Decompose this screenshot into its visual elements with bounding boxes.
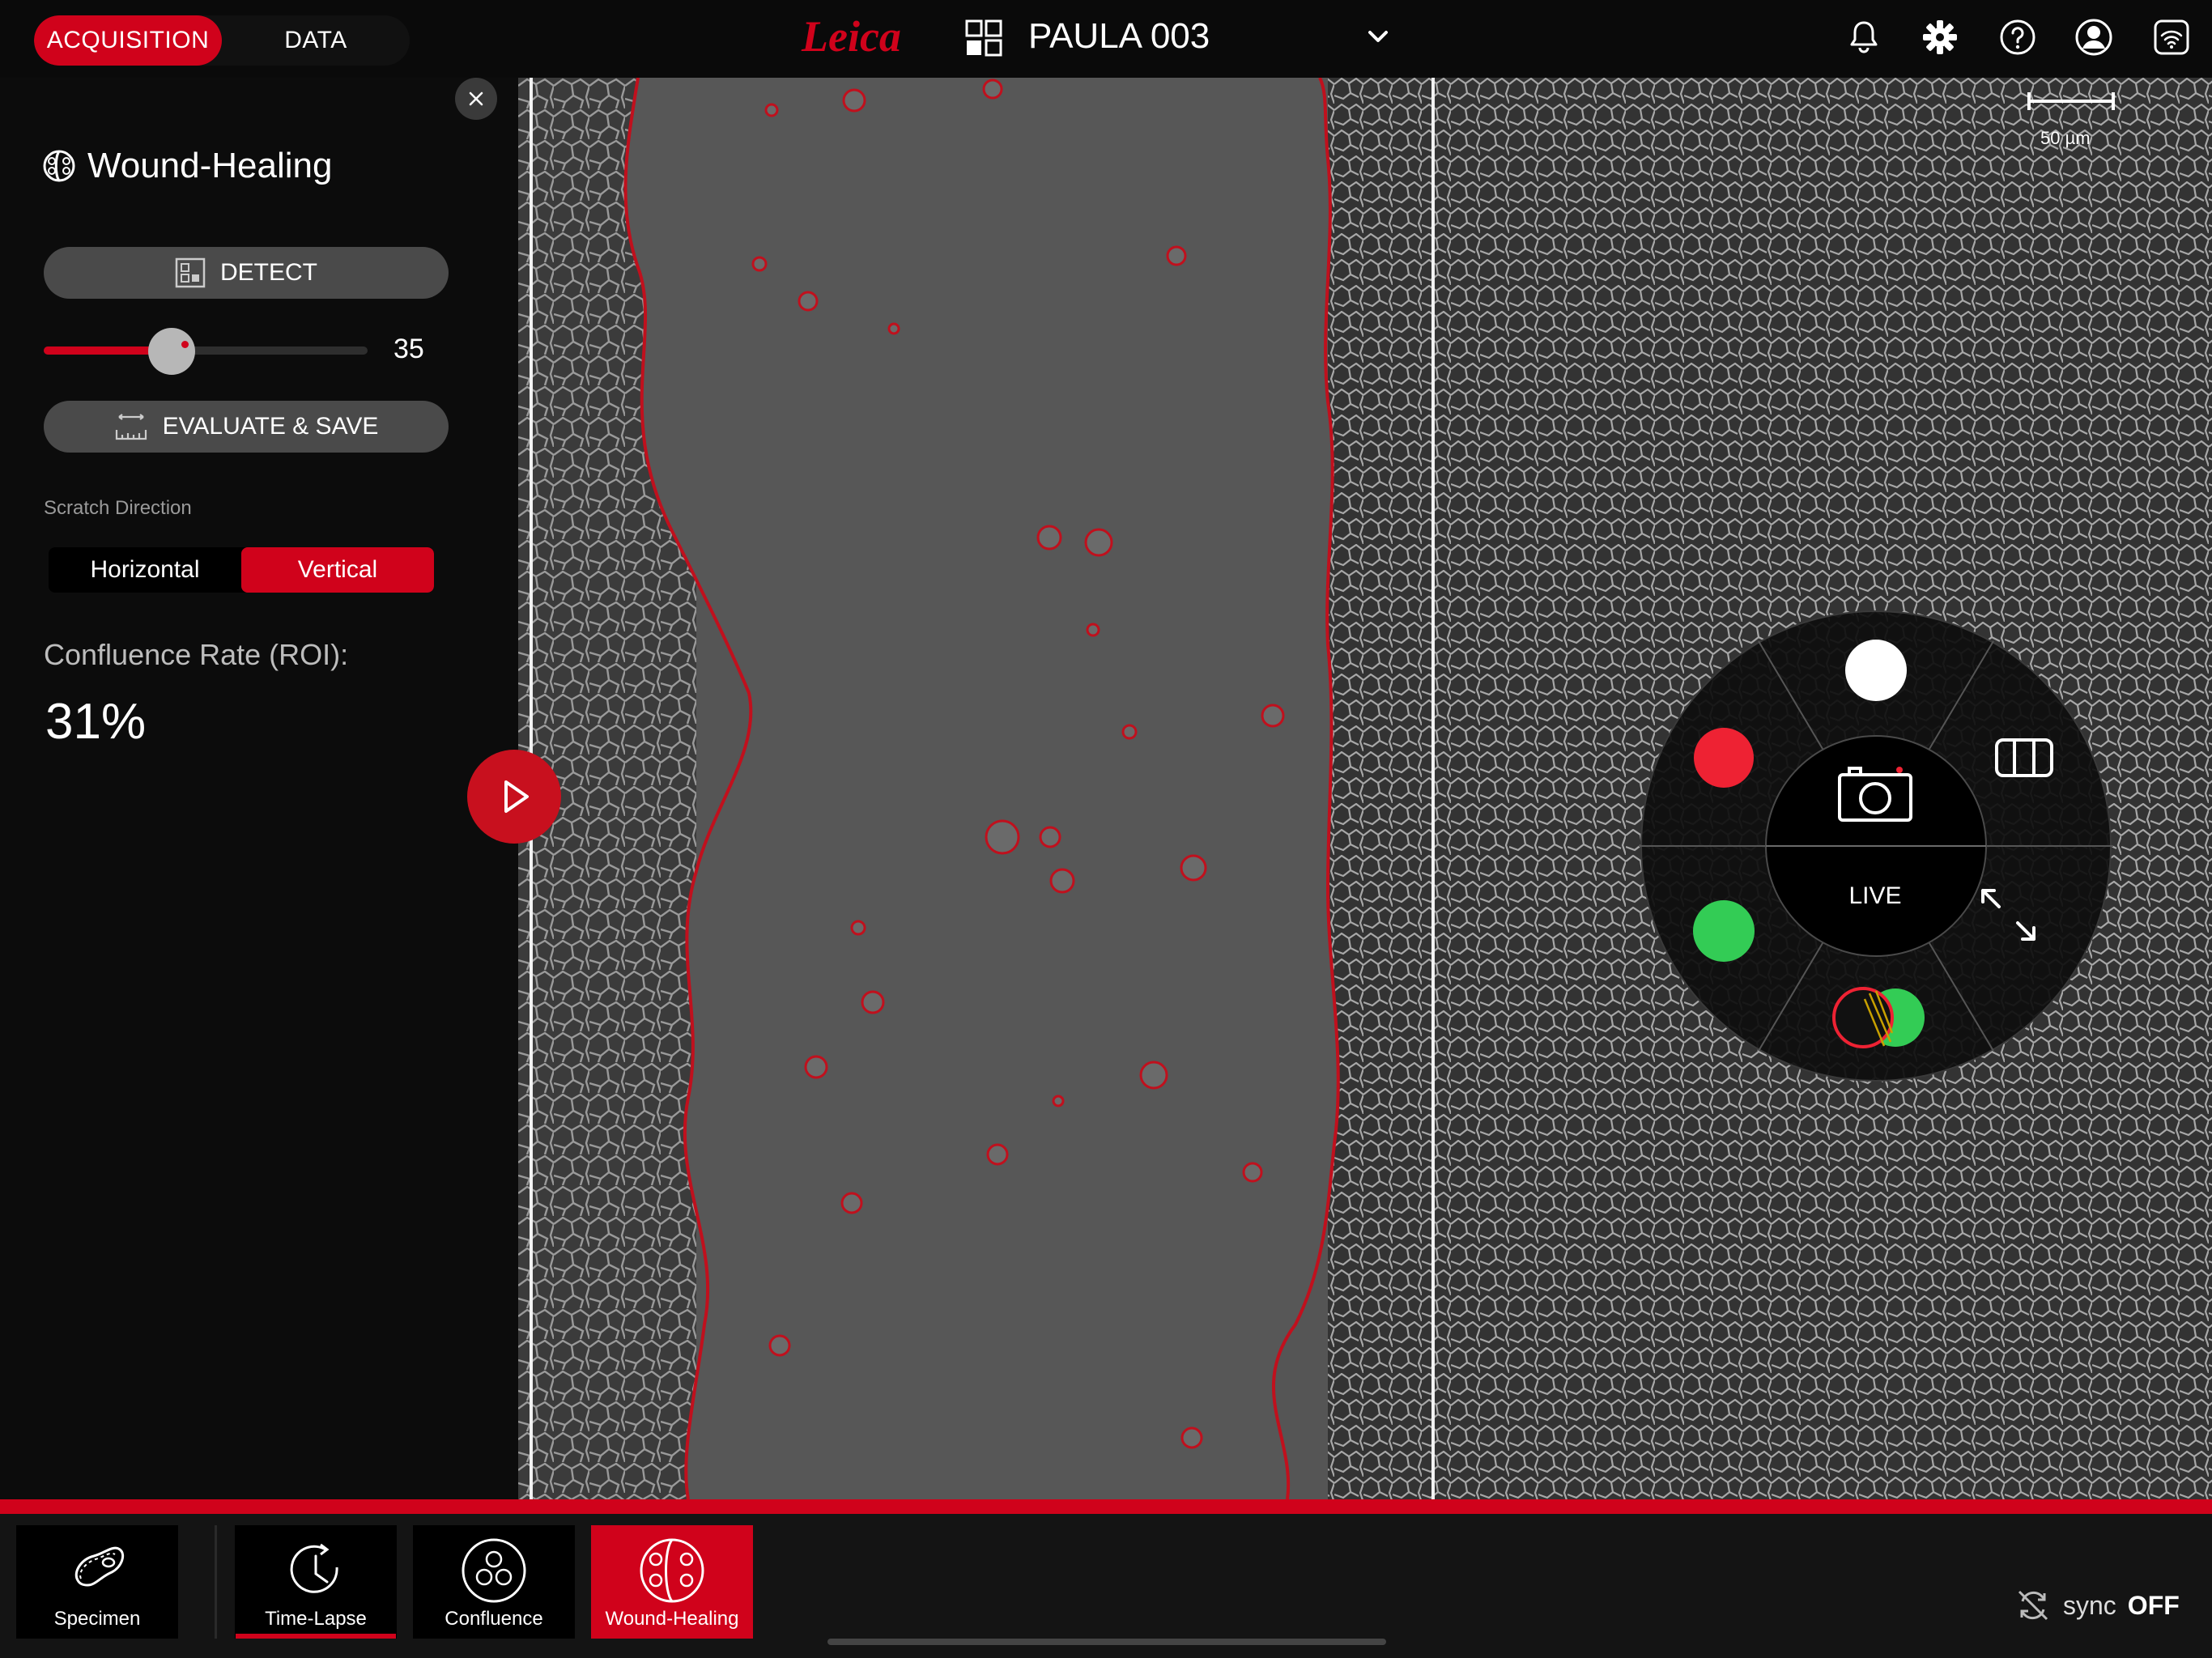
tab-underline <box>236 1634 396 1639</box>
slider-knob-marker <box>181 341 189 348</box>
control-wheel <box>1639 610 2113 1082</box>
tab-confluence[interactable]: Confluence <box>413 1525 575 1639</box>
threshold-slider-knob[interactable] <box>148 328 195 375</box>
confluence-rate-value: 31% <box>45 694 147 750</box>
wound-healing-app-icon <box>43 150 75 182</box>
user-icon[interactable] <box>2074 18 2113 57</box>
evaluate-save-button[interactable]: EVALUATE & SAVE <box>44 401 449 453</box>
tab-label: Specimen <box>53 1608 141 1630</box>
detect-button[interactable]: DETECT <box>44 247 449 299</box>
detect-label: DETECT <box>220 259 317 286</box>
green-channel-button[interactable] <box>1693 900 1755 962</box>
clock-icon <box>290 1543 338 1593</box>
detect-icon <box>175 257 206 288</box>
sync-label: sync <box>2063 1590 2116 1620</box>
overlay-channel-button[interactable] <box>1832 987 1925 1048</box>
bell-icon[interactable] <box>1844 18 1883 57</box>
tab-specimen[interactable]: Specimen <box>16 1525 178 1639</box>
tab-time-lapse[interactable]: Time-Lapse <box>235 1525 397 1639</box>
mode-tab-acquisition[interactable]: ACQUISITION <box>34 15 222 66</box>
sync-toggle[interactable]: sync OFF <box>2014 1587 2180 1624</box>
white-channel-button[interactable] <box>1845 640 1907 701</box>
threshold-slider-fill <box>44 346 157 355</box>
experiment-title[interactable]: PAULA 003 <box>1028 16 1210 57</box>
app-title: Wound-Healing <box>87 146 333 185</box>
brand-logo: Leica <box>802 12 901 61</box>
mode-tab-data[interactable]: DATA <box>222 15 410 66</box>
play-icon <box>504 780 529 813</box>
tab-divider <box>215 1525 217 1639</box>
chevron-down-icon[interactable] <box>1363 24 1393 49</box>
tab-label: Wound-Healing <box>605 1608 739 1630</box>
cells-icon <box>462 1538 526 1603</box>
scratch-direction-toggle: Horizontal Vertical <box>49 547 434 593</box>
close-icon <box>469 91 483 106</box>
scratch-direction-label: Scratch Direction <box>44 497 192 519</box>
red-channel-button[interactable] <box>1694 728 1754 788</box>
wound-icon <box>640 1538 704 1603</box>
confluence-rate-label: Confluence Rate (ROI): <box>44 638 349 671</box>
live-button[interactable]: LIVE <box>1806 882 1945 916</box>
threshold-value: 35 <box>393 334 424 364</box>
tab-wound-healing[interactable]: Wound-Healing <box>591 1525 753 1639</box>
gear-icon[interactable] <box>1921 18 1959 57</box>
direction-horizontal[interactable]: Horizontal <box>49 547 241 593</box>
evaluate-save-label: EVALUATE & SAVE <box>162 413 379 440</box>
measure-icon <box>115 414 147 440</box>
scale-bar-label: 50 µm <box>2040 128 2091 148</box>
sync-off-icon <box>2018 1590 2048 1621</box>
play-button[interactable] <box>467 750 561 844</box>
direction-vertical[interactable]: Vertical <box>241 547 434 593</box>
mode-toggle: ACQUISITION DATA <box>34 15 410 66</box>
wifi-icon[interactable] <box>2152 18 2191 57</box>
tab-label: Confluence <box>445 1608 543 1630</box>
sync-state: OFF <box>2127 1590 2180 1620</box>
grid-icon[interactable] <box>965 19 1002 57</box>
close-button[interactable] <box>455 78 497 120</box>
scroll-indicator[interactable] <box>827 1639 1386 1645</box>
help-icon[interactable] <box>1998 18 2037 57</box>
bottom-accent-bar <box>0 1499 2212 1514</box>
tab-label: Time-Lapse <box>265 1608 367 1630</box>
specimen-icon <box>74 1546 125 1587</box>
